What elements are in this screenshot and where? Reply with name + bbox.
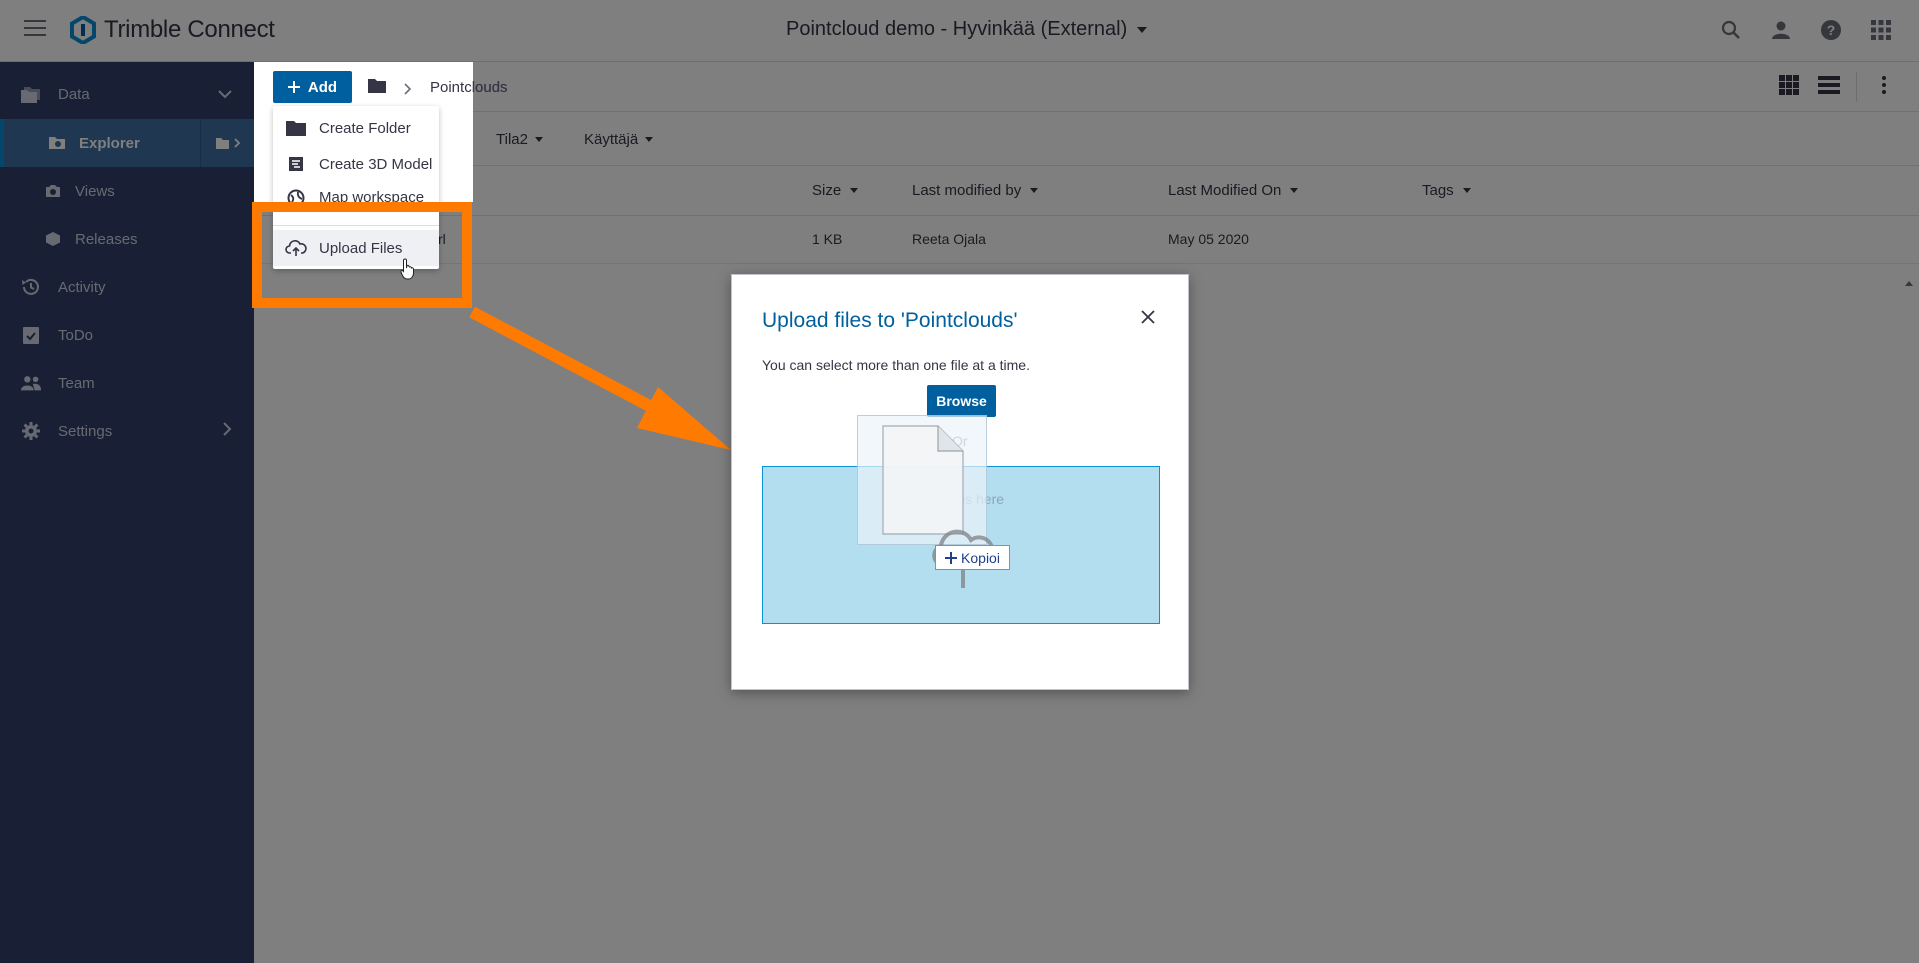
menu-item-label: Create Folder bbox=[319, 119, 411, 137]
folder-icon bbox=[285, 117, 307, 139]
copy-tooltip-label: Kopioi bbox=[961, 549, 1000, 566]
dialog-title: Upload files to 'Pointclouds' bbox=[762, 309, 1018, 332]
add-button-active[interactable]: Add bbox=[273, 71, 352, 103]
menu-item-create-3d-model[interactable]: Create 3D Model bbox=[273, 146, 439, 182]
plus-icon bbox=[945, 551, 958, 564]
close-icon[interactable] bbox=[1138, 307, 1158, 327]
upload-dialog: Upload files to 'Pointclouds' You can se… bbox=[731, 274, 1189, 690]
menu-item-create-folder[interactable]: Create Folder bbox=[273, 110, 439, 146]
chevron-right-icon bbox=[404, 82, 412, 99]
annotation-highlight-box bbox=[252, 202, 472, 308]
dialog-hint: You can select more than one file at a t… bbox=[762, 357, 1030, 373]
plus-icon bbox=[287, 81, 300, 93]
browse-button[interactable]: Browse bbox=[927, 385, 996, 417]
menu-item-label: Create 3D Model bbox=[319, 155, 433, 173]
folder-icon[interactable] bbox=[368, 78, 386, 97]
breadcrumb-current[interactable]: Pointclouds bbox=[430, 79, 508, 96]
add-button-label: Add bbox=[307, 78, 338, 96]
copy-tooltip: Kopioi bbox=[935, 545, 1010, 570]
model-3d-icon bbox=[285, 153, 307, 175]
menu-item-map-workspace[interactable]: Map workspace bbox=[273, 182, 439, 204]
